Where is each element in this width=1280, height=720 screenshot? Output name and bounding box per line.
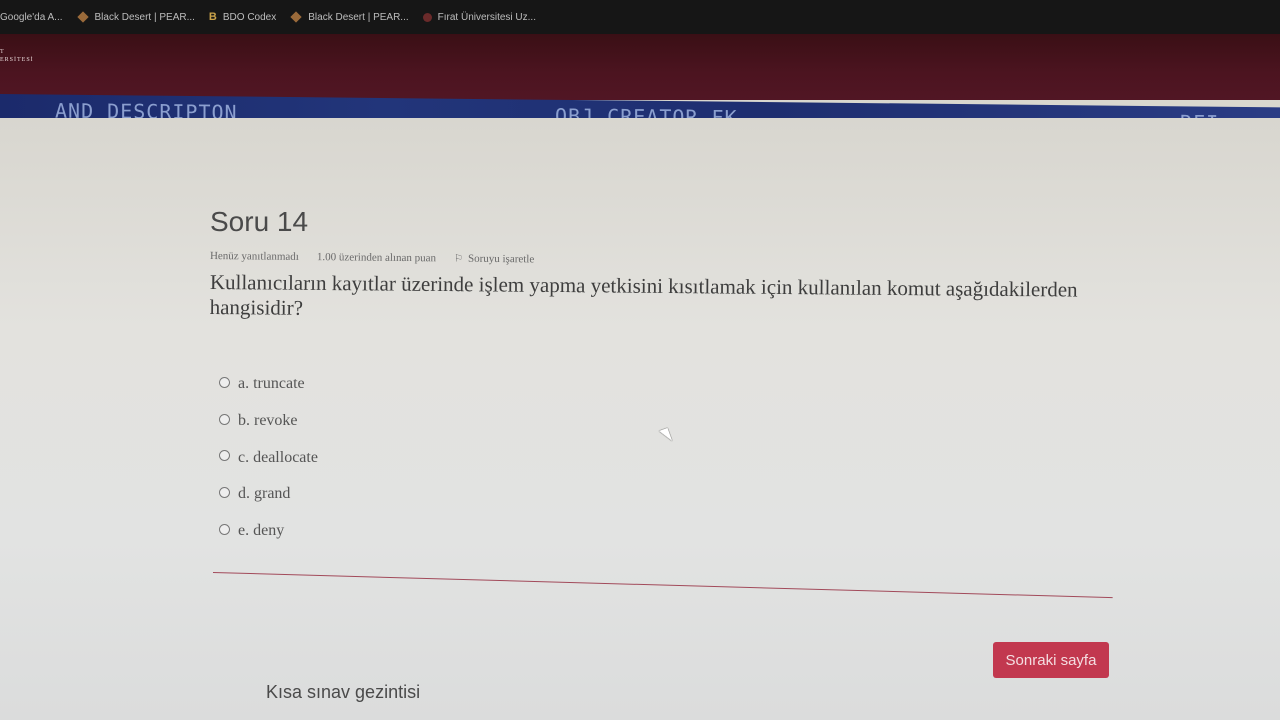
- question-number: Soru 14: [210, 206, 309, 237]
- quiz-navigation-title: Kısa sınav gezintisi: [266, 682, 421, 702]
- radio-button[interactable]: [219, 376, 230, 388]
- flag-label: Soruyu işaretle: [467, 252, 535, 266]
- main-content: [0, 118, 1280, 720]
- option-c[interactable]: c. deallocate: [219, 439, 318, 476]
- bookmark-label: Fırat Üniversitesi Uz...: [437, 11, 536, 23]
- radio-button[interactable]: [219, 413, 230, 425]
- option-label: a. truncate: [238, 375, 305, 393]
- bookmark-bdo-codex[interactable]: B BDO Codex: [209, 11, 276, 23]
- option-a[interactable]: a. truncate: [219, 366, 318, 403]
- site-header: T ERSİTESİ: [0, 34, 1280, 100]
- next-page-button[interactable]: Sonraki sayfa: [993, 642, 1109, 678]
- question-text: Kullanıcıların kayıtlar üzerinde işlem y…: [209, 270, 1078, 320]
- bookmark-label: BDO Codex: [222, 11, 277, 23]
- option-e[interactable]: e. deny: [219, 513, 318, 550]
- question-points: 1.00 üzerinden alınan puan: [316, 251, 437, 265]
- option-d[interactable]: d. grand: [219, 476, 318, 513]
- bookmarks-bar: Google'da A... Black Desert | PEAR... B …: [0, 0, 1280, 34]
- question-status: Henüz yanıtlanmadı: [209, 250, 299, 263]
- bookmark-black-desert-1[interactable]: Black Desert | PEAR...: [76, 11, 195, 23]
- logo-line: T: [0, 49, 5, 55]
- logo-line: ERSİTESİ: [0, 57, 34, 63]
- firat-icon: [422, 12, 432, 22]
- site-logo[interactable]: T ERSİTESİ: [0, 48, 34, 64]
- flag-question-link[interactable]: ⚐ Soruyu işaretle: [454, 253, 534, 266]
- answer-options: a. truncate b. revoke c. deallocate d. g…: [219, 366, 318, 549]
- bookmark-black-desert-2[interactable]: Black Desert | PEAR...: [290, 11, 409, 23]
- option-label: d. grand: [238, 485, 291, 503]
- bookmark-label: Google'da A...: [0, 11, 63, 23]
- flag-icon: ⚐: [453, 253, 464, 265]
- bookmark-google[interactable]: Google'da A...: [0, 12, 63, 23]
- bookmark-firat[interactable]: Fırat Üniversitesi Uz...: [422, 11, 536, 23]
- radio-button[interactable]: [219, 523, 230, 535]
- radio-button[interactable]: [219, 450, 230, 462]
- option-label: b. revoke: [238, 412, 298, 430]
- bookmark-label: Black Desert | PEAR...: [308, 11, 409, 23]
- option-label: e. deny: [238, 522, 285, 540]
- radio-button[interactable]: [219, 486, 230, 498]
- option-label: c. deallocate: [238, 448, 318, 466]
- bdo-codex-icon: B: [208, 11, 217, 23]
- black-desert-icon: [76, 11, 89, 23]
- bookmark-label: Black Desert | PEAR...: [94, 11, 195, 23]
- black-desert-icon: [290, 11, 302, 23]
- option-b[interactable]: b. revoke: [219, 403, 318, 440]
